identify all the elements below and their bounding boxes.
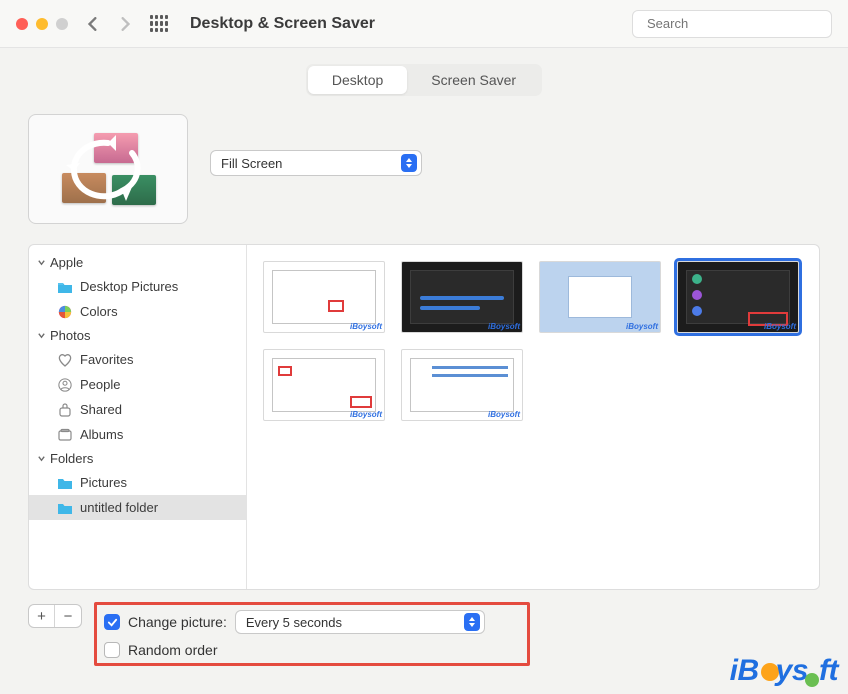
shared-icon xyxy=(57,403,73,417)
sidebar-item-pictures[interactable]: Pictures xyxy=(29,470,246,495)
sidebar-item-colors[interactable]: Colors xyxy=(29,299,246,324)
fit-mode-value: Fill Screen xyxy=(221,156,282,171)
minimize-window-button[interactable] xyxy=(36,18,48,30)
sidebar-item-people[interactable]: People xyxy=(29,372,246,397)
sidebar-item-desktop-pictures[interactable]: Desktop Pictures xyxy=(29,274,246,299)
chevron-down-icon xyxy=(37,331,46,340)
tab-bar: Desktop Screen Saver xyxy=(12,64,836,96)
window-title: Desktop & Screen Saver xyxy=(190,15,632,33)
album-icon xyxy=(57,428,73,442)
show-all-prefs-button[interactable] xyxy=(150,15,168,33)
thumbnail-selected[interactable]: iBoysoft xyxy=(677,261,799,333)
search-input[interactable] xyxy=(647,16,823,31)
traffic-lights xyxy=(16,18,68,30)
sidebar-item-favorites[interactable]: Favorites xyxy=(29,347,246,372)
thumbnail[interactable]: iBoysoft xyxy=(401,349,523,421)
change-interval-value: Every 5 seconds xyxy=(246,615,342,630)
thumbnail[interactable]: iBoysoft xyxy=(263,349,385,421)
thumbnail-grid: iBoysoft iBoysoft iBoysoft iBoysoft xyxy=(247,245,819,589)
main-panel: Desktop Screen Saver Fill Screen Apple xyxy=(0,48,848,694)
search-field[interactable] xyxy=(632,10,832,38)
random-order-checkbox[interactable] xyxy=(104,642,120,658)
sidebar-item-shared[interactable]: Shared xyxy=(29,397,246,422)
tab-screen-saver[interactable]: Screen Saver xyxy=(407,66,540,94)
folder-icon xyxy=(57,280,73,294)
forward-button[interactable] xyxy=(118,17,132,31)
nav-buttons xyxy=(86,17,132,31)
back-button[interactable] xyxy=(86,17,100,31)
cycling-pictures-icon xyxy=(58,129,158,209)
add-source-button[interactable]: + xyxy=(29,605,55,627)
bottom-controls: + − Change picture: Every 5 seconds xyxy=(12,590,836,666)
fit-mode-select[interactable]: Fill Screen xyxy=(210,150,422,176)
chevron-down-icon xyxy=(37,454,46,463)
add-remove-source: + − xyxy=(28,604,82,628)
change-interval-select[interactable]: Every 5 seconds xyxy=(235,610,485,634)
change-picture-label: Change picture: xyxy=(128,614,227,630)
thumbnail[interactable]: iBoysoft xyxy=(539,261,661,333)
watermark-dot-icon xyxy=(805,673,819,687)
sidebar-section-apple[interactable]: Apple xyxy=(29,251,246,274)
tab-desktop[interactable]: Desktop xyxy=(308,66,407,94)
thumbnail[interactable]: iBoysoft xyxy=(263,261,385,333)
change-picture-options: Change picture: Every 5 seconds Random o… xyxy=(94,604,820,666)
watermark: iBysft xyxy=(730,654,838,688)
change-picture-checkbox[interactable] xyxy=(104,614,120,630)
color-wheel-icon xyxy=(57,305,73,319)
chevron-down-icon xyxy=(37,258,46,267)
close-window-button[interactable] xyxy=(16,18,28,30)
zoom-window-button[interactable] xyxy=(56,18,68,30)
titlebar: Desktop & Screen Saver xyxy=(0,0,848,48)
heart-icon xyxy=(57,353,73,367)
sidebar-section-photos[interactable]: Photos xyxy=(29,324,246,347)
sidebar-item-albums[interactable]: Albums xyxy=(29,422,246,447)
folder-icon xyxy=(57,476,73,490)
stepper-arrows-icon xyxy=(464,613,480,631)
source-picker: Apple Desktop Pictures Colors Photos Fav… xyxy=(28,244,820,590)
sidebar-item-untitled-folder[interactable]: untitled folder xyxy=(29,495,246,520)
remove-source-button[interactable]: − xyxy=(55,605,81,627)
person-icon xyxy=(57,378,73,392)
thumbnail[interactable]: iBoysoft xyxy=(401,261,523,333)
random-order-label: Random order xyxy=(128,642,218,658)
source-sidebar: Apple Desktop Pictures Colors Photos Fav… xyxy=(29,245,247,589)
stepper-arrows-icon xyxy=(401,154,417,172)
sidebar-section-folders[interactable]: Folders xyxy=(29,447,246,470)
folder-icon xyxy=(57,501,73,515)
desktop-preview xyxy=(28,114,188,224)
